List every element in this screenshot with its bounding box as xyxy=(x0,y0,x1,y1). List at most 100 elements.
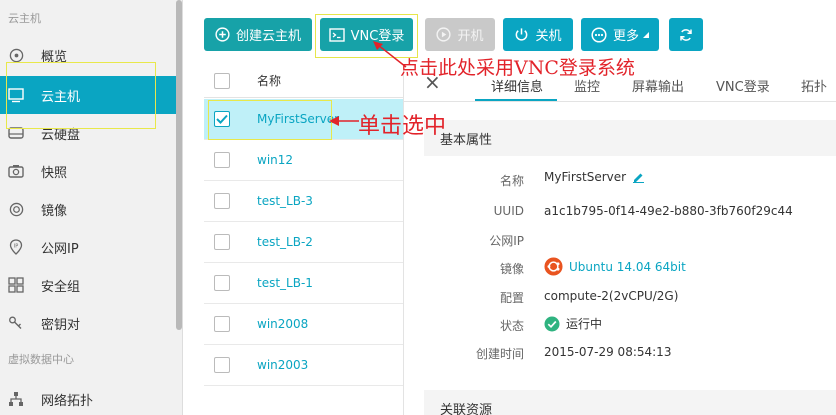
row-checkbox[interactable] xyxy=(214,316,230,332)
svg-text:IP: IP xyxy=(14,244,19,250)
value-name: MyFirstServer xyxy=(544,170,645,184)
sidebar-item-label: 网络拓扑 xyxy=(41,393,94,409)
sidebar-item-network-topology[interactable]: 网络拓扑 xyxy=(0,380,176,415)
table-row[interactable]: win2008 xyxy=(204,304,403,345)
globe-icon xyxy=(8,47,24,63)
sidebar-item-security-group[interactable]: 安全组 xyxy=(0,266,176,304)
create-host-button[interactable]: 创建云主机 xyxy=(204,18,312,51)
ip-icon: IP xyxy=(8,239,24,255)
row-checkbox[interactable] xyxy=(214,234,230,250)
sidebar-scrollbar[interactable] xyxy=(176,0,182,330)
sidebar-item-public-ip[interactable]: IP 公网IP xyxy=(0,228,176,266)
row-checkbox[interactable] xyxy=(214,193,230,209)
section-title-related-resources: 关联资源 xyxy=(424,390,836,415)
disk-icon xyxy=(8,125,24,141)
label-name: 名称 xyxy=(499,174,524,188)
host-name-link[interactable]: win12 xyxy=(257,153,293,167)
sidebar-item-image[interactable]: 镜像 xyxy=(0,190,176,228)
key-icon xyxy=(8,315,24,331)
shutdown-label: 关机 xyxy=(535,29,562,44)
host-name-link[interactable]: MyFirstServer xyxy=(257,112,339,126)
plus-circle-icon xyxy=(215,27,230,42)
play-circle-icon xyxy=(436,27,452,42)
sidebar-section-cloud-host: 云主机 xyxy=(8,12,41,25)
create-host-label: 创建云主机 xyxy=(235,29,301,44)
caret-down-icon xyxy=(642,31,649,38)
label-status: 状态 xyxy=(499,319,524,333)
host-name-value: MyFirstServer xyxy=(544,170,627,184)
monitor-icon xyxy=(8,87,24,103)
row-checkbox[interactable] xyxy=(214,152,230,168)
tabs-divider xyxy=(403,101,836,102)
refresh-icon xyxy=(678,27,694,43)
status-text: 运行中 xyxy=(566,317,603,331)
tab-vnc-login[interactable]: VNC登录 xyxy=(716,70,770,100)
sidebar-item-label: 云硬盘 xyxy=(41,127,81,143)
sidebar-item-label: 密钥对 xyxy=(41,317,81,333)
value-image[interactable]: Ubuntu 14.04 64bit xyxy=(544,257,686,276)
annotation-select-hint: 单击选中 xyxy=(358,114,447,139)
refresh-button[interactable] xyxy=(669,18,703,51)
sidebar-section-vdc: 虚拟数据中心 xyxy=(8,353,74,366)
host-name-link[interactable]: win2003 xyxy=(257,358,308,372)
more-label: 更多 xyxy=(612,29,639,44)
sidebar-item-snapshot[interactable]: 快照 xyxy=(0,152,176,190)
column-header-name: 名称 xyxy=(257,74,282,88)
terminal-icon xyxy=(328,27,345,42)
sidebar-item-label: 镜像 xyxy=(41,203,68,219)
topology-icon xyxy=(8,391,24,407)
vnc-login-label: VNC登录 xyxy=(350,29,405,44)
vnc-login-button[interactable]: VNC登录 xyxy=(320,18,413,51)
host-name-link[interactable]: test_LB-3 xyxy=(257,194,313,208)
host-name-link[interactable]: test_LB-1 xyxy=(257,276,313,290)
more-button[interactable]: 更多 xyxy=(581,18,659,51)
image-name-link[interactable]: Ubuntu 14.04 64bit xyxy=(569,260,686,274)
label-uuid: UUID xyxy=(493,204,524,218)
host-list-header: 名称 xyxy=(204,64,403,98)
security-group-icon xyxy=(8,277,24,293)
table-row[interactable]: test_LB-1 xyxy=(204,263,403,304)
camera-icon xyxy=(8,163,24,179)
value-uuid: a1c1b795-0f14-49e2-b880-3fb760f29c44 xyxy=(544,204,793,218)
value-config: compute-2(2vCPU/2G) xyxy=(544,289,679,303)
annotation-vnc-hint: 点击此处采用VNC登录系统 xyxy=(400,57,635,79)
label-public-ip: 公网IP xyxy=(489,234,524,248)
row-checkbox[interactable] xyxy=(214,275,230,291)
power-on-label: 开机 xyxy=(457,29,484,44)
sidebar-item-label: 云主机 xyxy=(41,89,81,105)
table-row[interactable]: win12 xyxy=(204,140,403,181)
image-icon xyxy=(8,201,24,217)
sidebar-item-label: 概览 xyxy=(41,49,68,65)
sidebar-item-cloud-disk[interactable]: 云硬盘 xyxy=(0,114,176,152)
host-name-link[interactable]: test_LB-2 xyxy=(257,235,313,249)
table-row[interactable]: win2003 xyxy=(204,345,403,386)
sidebar-item-cloud-host[interactable]: 云主机 xyxy=(0,76,176,114)
tab-topology[interactable]: 拓扑 xyxy=(801,70,827,100)
sidebar-item-label: 公网IP xyxy=(41,241,79,257)
table-row[interactable]: test_LB-3 xyxy=(204,181,403,222)
select-all-checkbox[interactable] xyxy=(214,72,230,89)
sidebar-item-label: 快照 xyxy=(41,165,68,181)
power-on-button[interactable]: 开机 xyxy=(425,18,495,51)
shutdown-button[interactable]: 关机 xyxy=(503,18,573,51)
more-dots-icon xyxy=(591,26,607,43)
row-checkbox[interactable] xyxy=(214,357,230,373)
check-circle-icon xyxy=(544,316,560,332)
sidebar-item-label: 安全组 xyxy=(41,279,81,295)
ubuntu-icon xyxy=(544,257,563,276)
label-config: 配置 xyxy=(499,291,524,305)
host-name-link[interactable]: win2008 xyxy=(257,317,308,331)
label-created: 创建时间 xyxy=(475,347,524,361)
pencil-icon[interactable] xyxy=(632,171,645,183)
value-status: 运行中 xyxy=(544,315,602,332)
table-row[interactable]: test_LB-2 xyxy=(204,222,403,263)
sidebar-item-overview[interactable]: 概览 xyxy=(0,36,176,74)
row-checkbox[interactable] xyxy=(214,111,230,127)
label-image: 镜像 xyxy=(499,262,524,276)
power-icon xyxy=(514,27,529,42)
value-created: 2015-07-29 08:54:13 xyxy=(544,345,672,359)
sidebar-item-key-pair[interactable]: 密钥对 xyxy=(0,304,176,342)
tab-screen-output[interactable]: 屏幕输出 xyxy=(632,70,684,100)
sidebar: 云主机 概览 云主机 云硬盘 快照 镜像 IP 公网IP 安全组 密钥对 虚拟数… xyxy=(0,0,183,415)
section-title-basic-properties: 基本属性 xyxy=(424,120,836,156)
